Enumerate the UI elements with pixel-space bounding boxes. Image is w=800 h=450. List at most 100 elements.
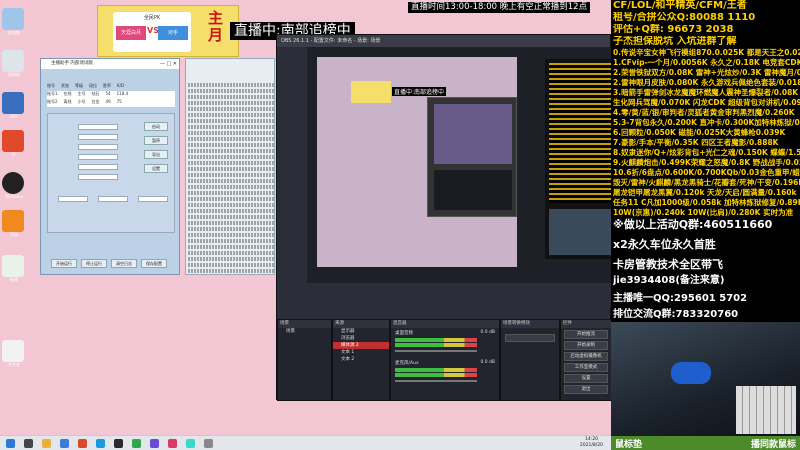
taskbar[interactable]: 14:20 2021/8/20 (0, 435, 611, 450)
app-icon[interactable] (78, 439, 87, 448)
mixer-dock[interactable]: 混音器 桌面音频 0.0 dB 麦克风/Aux 0.0 dB (390, 319, 500, 401)
source-item[interactable]: 文本 1 (333, 349, 389, 356)
desktop-icon-document[interactable]: 新建 (2, 255, 24, 282)
price-line: 5.3-7背包永久/0.200K 直冲卡/0.300K加特林炼狱/0.350K (613, 118, 800, 127)
start-recording-button[interactable]: 开始录制 (564, 341, 608, 350)
audio-meter (395, 368, 477, 372)
exit-button[interactable]: 退出 (564, 385, 608, 394)
keyboard-icon (736, 386, 796, 434)
pk-vs-mark: VS (147, 26, 159, 35)
preview-nested-obs (427, 97, 517, 217)
preview-toolbar (277, 283, 612, 307)
source-item-selected[interactable]: 媒体源 2 (333, 342, 389, 349)
desktop-icon-recycle-bin[interactable]: 回收站 (2, 50, 24, 77)
file-explorer-icon[interactable] (42, 439, 51, 448)
helper-app-window[interactable]: 主播助手 内部测试版 — □ ✕ 账号 状态 等级 段位 胜率 K/D 账号1 在线 主… (40, 58, 180, 275)
audio-meter (395, 373, 477, 377)
pk-widget: 全民PK 天涯白月 VS 对手 (113, 12, 191, 52)
app-icon[interactable] (168, 439, 177, 448)
setting-field[interactable] (78, 174, 118, 180)
mixer-dock-title: 混音器 (391, 320, 499, 328)
price-line: 7.豪影/手本/平衡/0.35K 四区王者魔影/0.888K (613, 138, 779, 147)
obs-titlebar[interactable]: OBS 26.1.1 - 配置文件: 未命名 - 场景: 场景 (277, 35, 610, 47)
mixer-channel-name: 桌面音频 (395, 331, 413, 336)
desktop-icon-tool[interactable]: 文档 (2, 210, 24, 237)
obs-settings-button[interactable]: 设置 (564, 374, 608, 383)
panel-footer: 鼠标垫 播同款鼠标 (611, 436, 800, 450)
app-icon[interactable] (150, 439, 159, 448)
stop-button[interactable]: 停止运行 (81, 259, 107, 268)
table-row[interactable]: 账号2 离线 小号 白金 49 75 (47, 99, 175, 107)
setting-field[interactable] (78, 134, 118, 140)
controls-dock[interactable]: 控件 开始推流 开始录制 启动虚拟摄像机 工作室模式 设置 退出 (560, 319, 612, 401)
settings-button[interactable]: 设置 (144, 164, 168, 173)
pause-button[interactable]: 暂停 (144, 136, 168, 145)
pk-left-team: 天涯白月 (116, 26, 146, 40)
app-icon[interactable] (186, 439, 195, 448)
clock-date: 2021/8/20 (579, 443, 603, 448)
setting-field[interactable] (78, 144, 118, 150)
preview-banner (351, 81, 391, 103)
setting-field[interactable] (58, 196, 88, 202)
mixer-channel-db: 0.0 dB (480, 330, 495, 335)
panel-header-line: 子杰担保脱坑 入坑进群了解 (613, 36, 737, 47)
setting-field[interactable] (138, 196, 168, 202)
desktop-icon-computer[interactable]: 此电脑 (2, 8, 24, 35)
audio-meter (395, 338, 477, 342)
desktop-icon-obs[interactable]: OBS (2, 92, 24, 119)
promo-line: ※做以上活动Q群:460511660 (613, 218, 773, 231)
start-streaming-button[interactable]: 开始推流 (564, 330, 608, 339)
obs-preview[interactable]: 直播中:南部追榜中 (307, 47, 641, 283)
transition-dock[interactable]: 场景转换特效 (500, 319, 560, 401)
price-line: 3.暗箭手雷弹剑冰龙魔魔环燃魔人震神圣爆裂者/0.08K (613, 88, 799, 97)
scene-item[interactable]: 场景 (278, 328, 331, 335)
settings-panel: 启动 暂停 导出 设置 (47, 113, 175, 233)
table-row[interactable]: 账号1 在线 主号 钻石 54 118.4 (47, 91, 175, 99)
desktop-icon-file[interactable]: 文件夹 (2, 340, 24, 367)
log-window[interactable] (185, 58, 275, 275)
stream-schedule: 直播时间13:00-18:00 晚上有空正常播到12点 (408, 2, 591, 13)
studio-mode-button[interactable]: 工作室模式 (564, 363, 608, 372)
browser-icon[interactable] (60, 439, 69, 448)
qq-icon[interactable] (96, 439, 105, 448)
setting-field[interactable] (78, 164, 118, 170)
source-item[interactable]: 文本 2 (333, 356, 389, 363)
virtual-camera-button[interactable]: 启动虚拟摄像机 (564, 352, 608, 361)
transition-dock-title: 场景转换特效 (501, 320, 559, 328)
setting-field[interactable] (78, 124, 118, 130)
volume-slider[interactable] (395, 380, 477, 382)
start-menu-icon[interactable] (6, 439, 15, 448)
source-item[interactable]: 显示器 (333, 328, 389, 335)
price-line: 生化网兵驾魔/0.070K 闪龙CDK 超级背包对讲机/0.0999K (613, 98, 800, 107)
obs-taskbar-icon[interactable] (114, 439, 123, 448)
footer-label-left: 鼠标垫 (615, 440, 643, 450)
source-item[interactable]: 浏览器 (333, 335, 389, 342)
desktop-icon-app[interactable]: WeGame (2, 172, 24, 199)
volume-slider[interactable] (395, 350, 477, 352)
app-icon[interactable] (204, 439, 213, 448)
wechat-icon[interactable] (132, 439, 141, 448)
desktop-icon-game[interactable]: CF (2, 130, 24, 157)
transition-select[interactable] (505, 334, 555, 342)
search-icon[interactable] (24, 439, 33, 448)
obs-window[interactable]: OBS 26.1.1 - 配置文件: 未命名 - 场景: 场景 直播中:南部追榜… (276, 34, 641, 401)
sources-dock[interactable]: 来源 显示器 浏览器 媒体源 2 文本 1 文本 2 (332, 319, 390, 401)
streamer-name-mark: 主月 (208, 9, 224, 44)
mixer-channel-db: 0.0 dB (480, 360, 495, 365)
helper-window-titlebar[interactable]: 主播助手 内部测试版 — □ ✕ (41, 59, 179, 69)
scenes-dock[interactable]: 场景 场景 (277, 319, 332, 401)
start-button[interactable]: 启动 (144, 122, 168, 131)
export-button[interactable]: 导出 (144, 150, 168, 159)
setting-field[interactable] (98, 196, 128, 202)
price-line: 4.零/黄/蓝/银/审判者/灵狐者黄金审判黑烈魔/0.260K (613, 108, 795, 117)
price-line: 10W(京惠)/0.240k 10W(比肩)/0.280K 实时为准 (613, 208, 794, 217)
clear-log-button[interactable]: 清空日志 (111, 259, 137, 268)
setting-field[interactable] (78, 154, 118, 160)
save-config-button[interactable]: 保存配置 (141, 259, 167, 268)
preview-live-title: 直播中:南部追榜中 (392, 87, 447, 96)
stream-banner: 全民PK 天涯白月 VS 对手 主月 (97, 5, 239, 57)
run-button[interactable]: 开始运行 (51, 259, 77, 268)
system-clock[interactable]: 14:20 2021/8/20 (580, 437, 603, 449)
window-controls[interactable]: — □ ✕ (160, 59, 177, 69)
price-line: 毁灭/雷神/火麒麟/黑龙黑骑士/花瓣套/死神/干变/0.196k (613, 178, 800, 187)
